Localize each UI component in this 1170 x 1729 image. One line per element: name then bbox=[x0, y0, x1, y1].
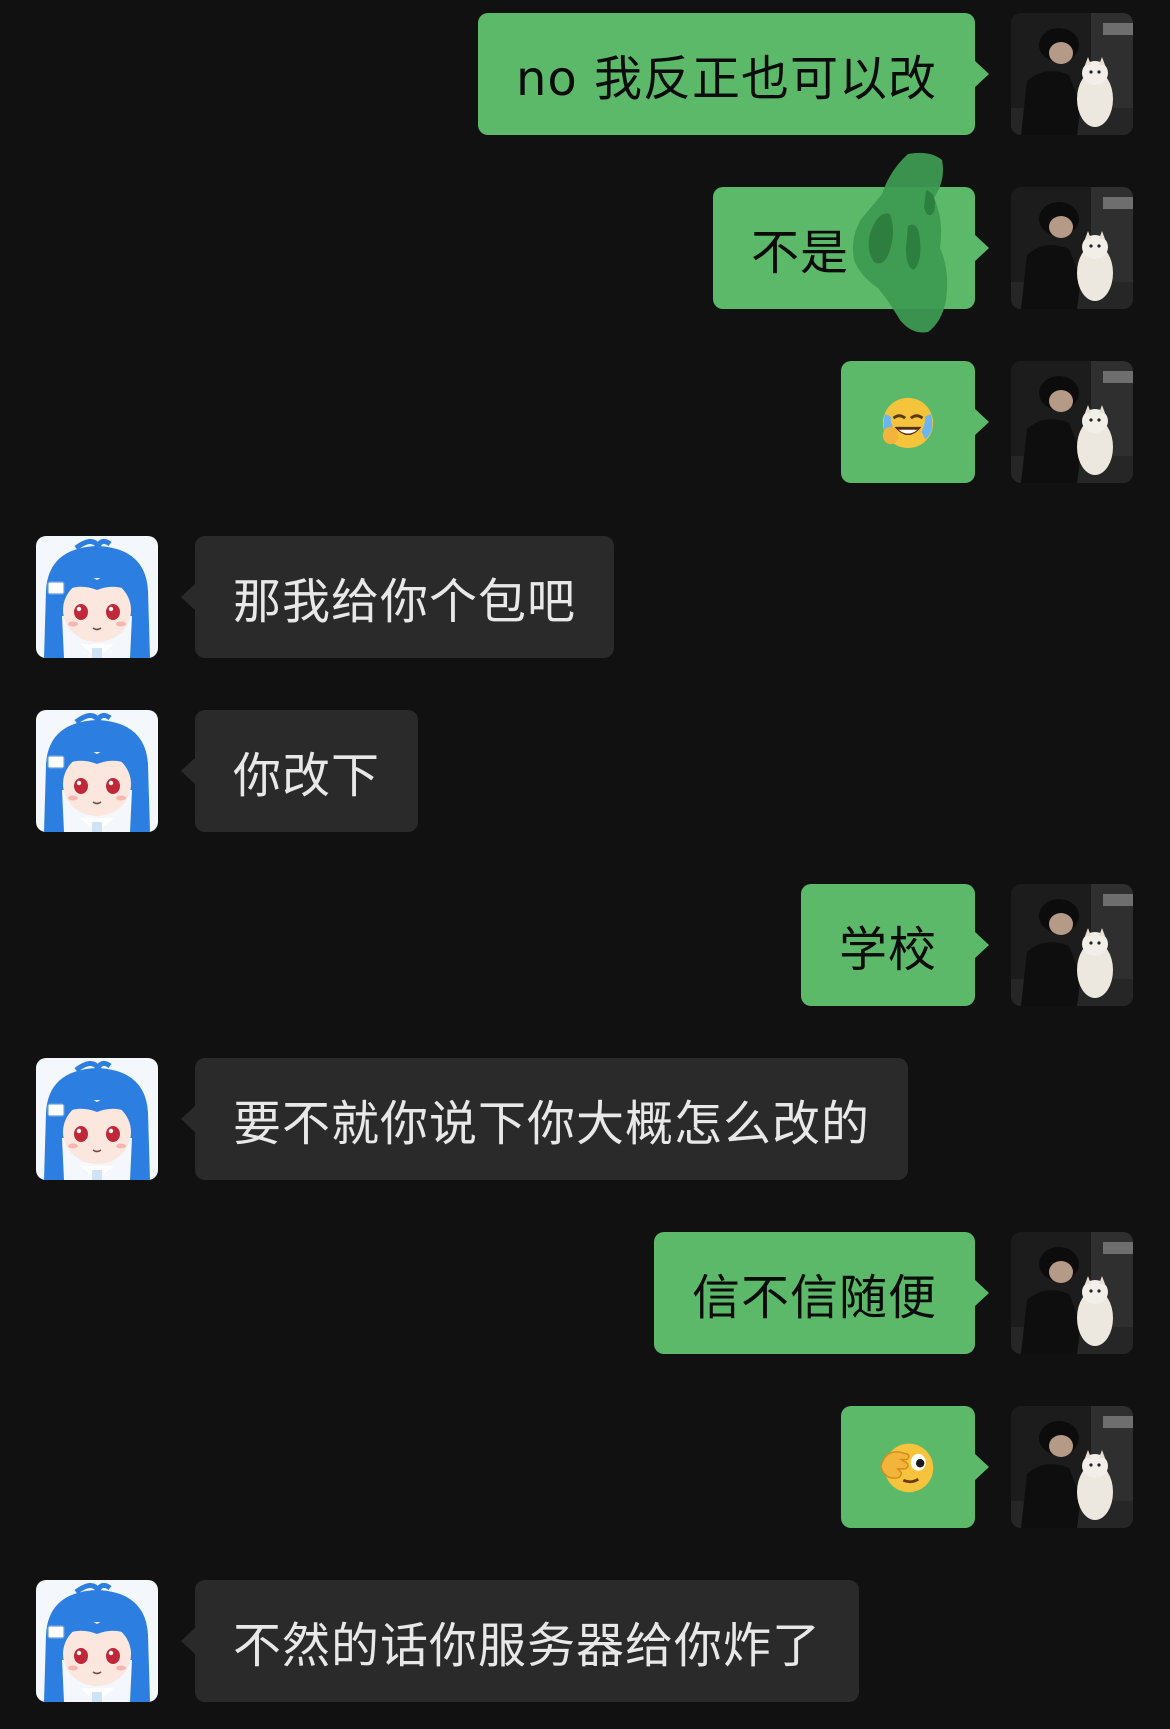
message-bubble[interactable]: 不然的话你服务器给你炸了 bbox=[180, 1580, 860, 1702]
self-avatar[interactable] bbox=[1011, 1406, 1133, 1528]
message-bubble[interactable]: 不是 bbox=[712, 187, 990, 309]
emoji-bubble[interactable] bbox=[841, 361, 989, 483]
message-bubble[interactable]: 信不信随便 bbox=[653, 1232, 990, 1354]
chat-window: no 我反正也可以改 不是 那我给你个包吧 你改下 学校 要不就你说下你大概怎么… bbox=[0, 0, 1170, 1729]
contact-avatar[interactable] bbox=[36, 1058, 158, 1180]
message-text: 不是 bbox=[750, 225, 849, 281]
message-bubble[interactable]: 学校 bbox=[800, 884, 990, 1006]
message-bubble[interactable]: 要不就你说下你大概怎么改的 bbox=[180, 1058, 909, 1180]
message-row: 你改下 bbox=[0, 710, 1170, 832]
message-row bbox=[0, 1406, 1170, 1528]
message-row bbox=[0, 361, 1170, 483]
self-avatar[interactable] bbox=[1011, 1232, 1133, 1354]
message-row: 信不信随便 bbox=[0, 1232, 1170, 1354]
self-avatar[interactable] bbox=[1011, 884, 1133, 1006]
message-row: 要不就你说下你大概怎么改的 bbox=[0, 1058, 1170, 1180]
contact-avatar[interactable] bbox=[36, 536, 158, 658]
message-row: 学校 bbox=[0, 884, 1170, 1006]
message-bubble[interactable]: no 我反正也可以改 bbox=[477, 13, 990, 135]
message-row: 那我给你个包吧 bbox=[0, 536, 1170, 658]
message-bubble[interactable]: 那我给你个包吧 bbox=[180, 536, 615, 658]
message-row: 不然的话你服务器给你炸了 bbox=[0, 1580, 1170, 1702]
self-avatar[interactable] bbox=[1011, 187, 1133, 309]
self-avatar[interactable] bbox=[1011, 13, 1133, 135]
crying-laughing-face-icon bbox=[882, 397, 934, 449]
message-bubble[interactable]: 你改下 bbox=[180, 710, 419, 832]
message-row: 不是 bbox=[0, 187, 1170, 309]
contact-avatar[interactable] bbox=[36, 1580, 158, 1702]
message-row: no 我反正也可以改 bbox=[0, 13, 1170, 135]
face-covering-eye-icon bbox=[880, 1443, 934, 1493]
self-avatar[interactable] bbox=[1011, 361, 1133, 483]
contact-avatar[interactable] bbox=[36, 710, 158, 832]
emoji-bubble[interactable] bbox=[841, 1406, 989, 1528]
